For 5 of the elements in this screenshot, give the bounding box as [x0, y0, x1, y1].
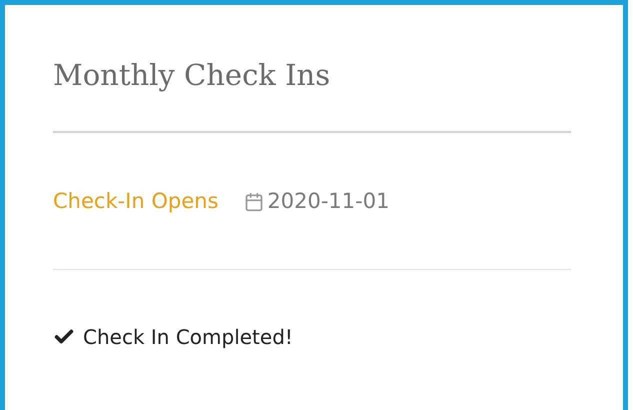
open-date: 2020-11-01 — [267, 188, 390, 216]
calendar-icon — [244, 192, 264, 212]
status-text: Check In Completed! — [83, 324, 293, 351]
card-title: Monthly Check Ins — [53, 57, 332, 94]
check-in-opens-label: Check-In Opens — [53, 188, 218, 216]
